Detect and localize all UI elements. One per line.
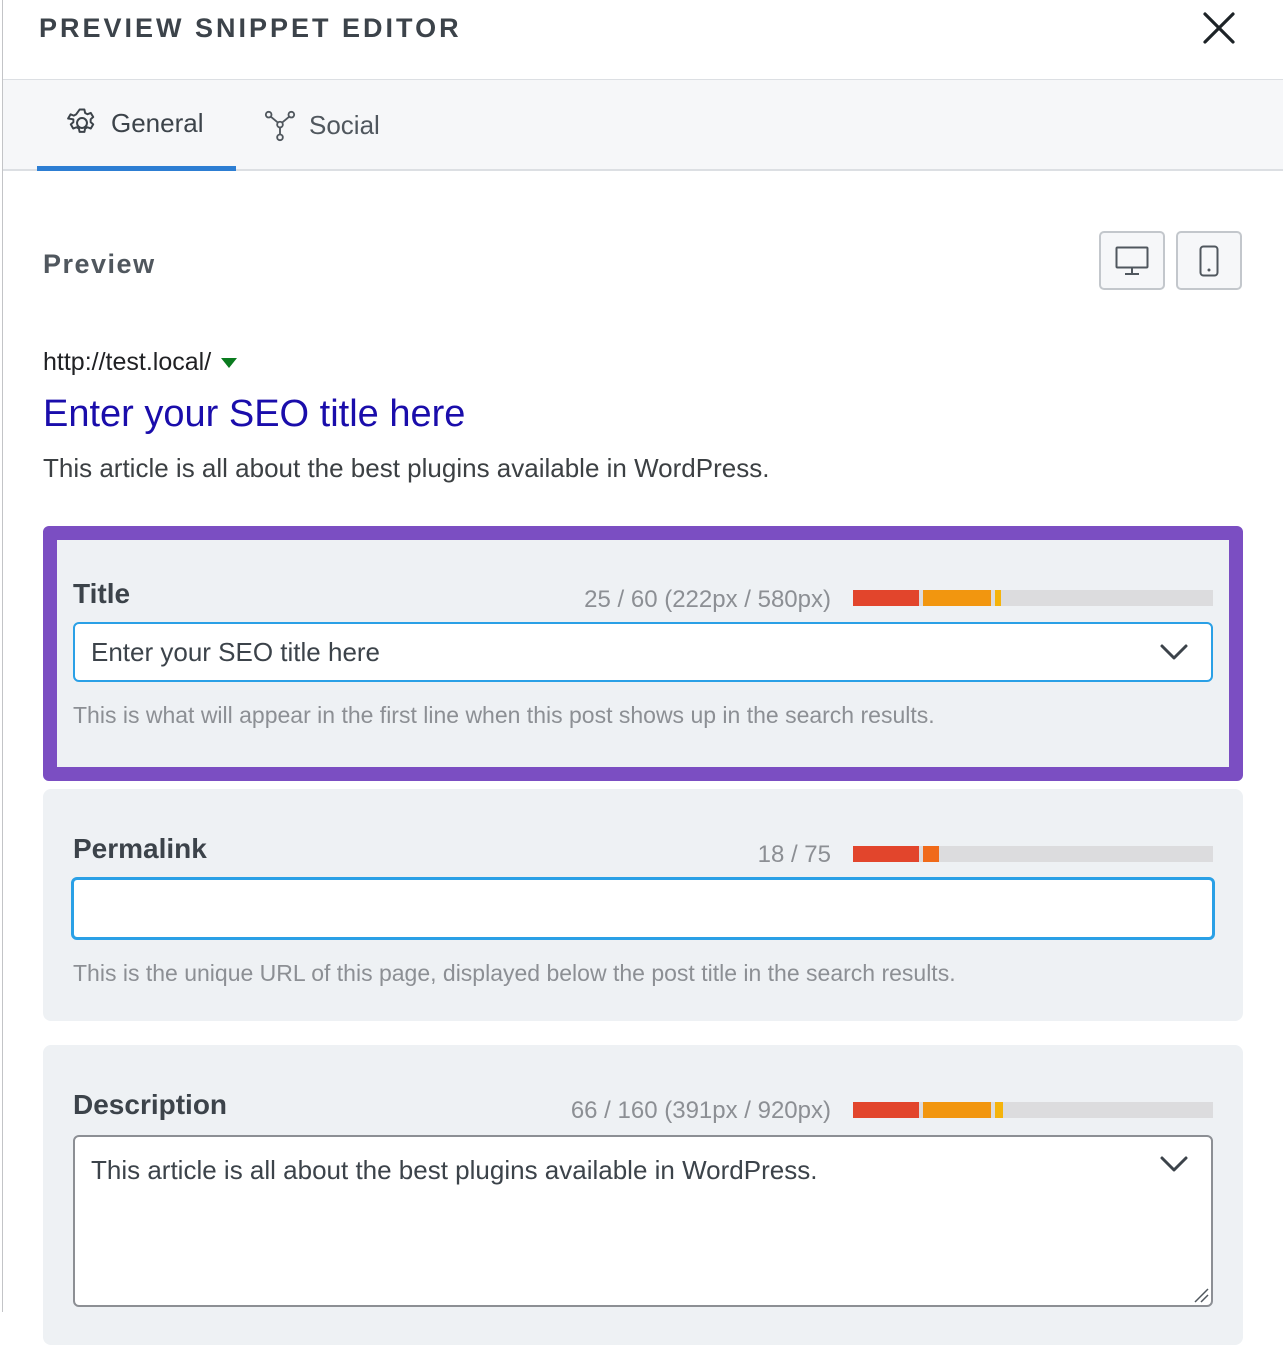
- mobile-icon: [1199, 245, 1219, 276]
- resize-handle-icon[interactable]: [1193, 1287, 1209, 1303]
- title-label: Title: [73, 578, 131, 609]
- serp-description: This article is all about the best plugi…: [43, 453, 770, 483]
- permalink-counter: 18 / 75: [757, 841, 831, 868]
- snippet-editor-modal: PREVIEW SNIPPET EDITOR General Social Pr…: [2, 0, 1283, 1345]
- title-input[interactable]: Enter your SEO title here: [73, 622, 1213, 682]
- bar-segment: [853, 1102, 919, 1118]
- permalink-field-group: Permalink 18 / 75 This is the unique URL…: [43, 789, 1243, 1021]
- bar-segment: [853, 590, 919, 606]
- preview-heading: Preview: [43, 249, 156, 279]
- general-panel: Preview http://test.local/ Enter your SE…: [3, 171, 1283, 1345]
- modal-header: PREVIEW SNIPPET EDITOR: [3, 0, 1283, 80]
- dropdown-arrow-icon: [221, 357, 238, 368]
- description-counter: 66 / 160 (391px / 920px): [570, 1097, 831, 1124]
- description-field-group: Description 66 / 160 (391px / 920px) Thi…: [43, 1045, 1243, 1345]
- description-textarea[interactable]: This article is all about the best plugi…: [73, 1135, 1213, 1307]
- permalink-length-bar: [853, 846, 1213, 862]
- tab-general-label: General: [111, 107, 204, 138]
- serp-url-text: http://test.local/: [43, 348, 212, 376]
- modal-title: PREVIEW SNIPPET EDITOR: [39, 13, 462, 43]
- bar-segment: [923, 590, 991, 606]
- title-length-bar: [853, 590, 1213, 606]
- permalink-input[interactable]: [71, 877, 1215, 940]
- description-label: Description: [73, 1089, 228, 1120]
- tab-social[interactable]: Social: [263, 80, 413, 171]
- description-length-bar: [853, 1102, 1213, 1118]
- tab-general[interactable]: General: [37, 80, 236, 171]
- bar-segment: [853, 846, 919, 862]
- chevron-down-icon[interactable]: [1159, 1149, 1189, 1179]
- share-nodes-icon: [264, 110, 296, 141]
- title-field-group: Title 25 / 60 (222px / 580px) Enter your…: [43, 526, 1243, 781]
- serp-title[interactable]: Enter your SEO title here: [43, 393, 465, 436]
- description-textarea-value: This article is all about the best plugi…: [91, 1155, 818, 1185]
- gear-icon: [67, 108, 95, 133]
- title-help-text: This is what will appear in the first li…: [73, 702, 935, 728]
- chevron-down-icon[interactable]: [1159, 637, 1189, 667]
- title-counter: 25 / 60 (222px / 580px): [584, 586, 831, 613]
- bar-segment: [923, 1102, 991, 1118]
- close-button[interactable]: [1201, 10, 1237, 46]
- bar-segment: [923, 846, 939, 862]
- bar-segment: [995, 1102, 1003, 1118]
- permalink-label: Permalink: [73, 833, 207, 864]
- serp-url: http://test.local/: [43, 348, 238, 377]
- permalink-help-text: This is the unique URL of this page, dis…: [73, 960, 956, 986]
- mobile-preview-button[interactable]: [1176, 231, 1242, 290]
- bar-segment: [995, 590, 1001, 606]
- close-icon: [1203, 12, 1235, 44]
- tab-bar: General Social: [3, 80, 1283, 171]
- title-input-value: Enter your SEO title here: [91, 636, 381, 667]
- desktop-preview-button[interactable]: [1099, 231, 1165, 290]
- desktop-icon: [1115, 246, 1149, 275]
- tab-social-label: Social: [309, 110, 380, 140]
